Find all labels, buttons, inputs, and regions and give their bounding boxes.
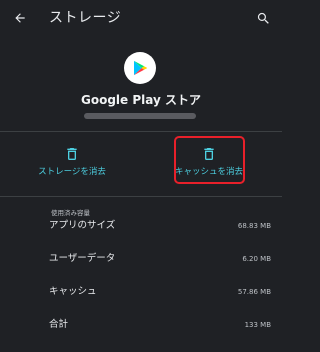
back-button[interactable] [10,8,30,28]
usage-row-app-size: アプリのサイズ 68.83 MB [49,217,271,235]
divider-top [0,131,282,132]
divider-bottom [0,196,282,197]
row-value: 57.86 MB [237,288,271,296]
usage-row-user-data: ユーザーデータ 6.20 MB [49,250,271,268]
row-label: ユーザーデータ [49,253,116,264]
page-title: ストレージ [49,10,122,26]
row-label: アプリのサイズ [49,220,116,231]
row-value: 6.20 MB [242,255,271,263]
app-bar: ストレージ [0,0,282,36]
app-name: Google Play ストア [81,93,201,107]
usage-row-total: 合計 133 MB [49,316,271,334]
row-value: 68.83 MB [237,222,271,230]
row-value: 133 MB [244,321,271,329]
app-icon [124,52,156,84]
clear-storage-button[interactable]: ストレージを消去 [24,144,120,184]
search-icon [257,12,269,24]
trash-icon [67,148,77,160]
storage-screen: ストレージ Google Play ストア ストレージを消去 キャッシュを消去 [0,0,282,352]
google-play-icon [134,60,148,76]
clear-storage-label: ストレージを消去 [38,167,106,177]
row-label: キャッシュ [49,286,97,297]
arrow-back-icon [15,13,25,23]
row-label: 合計 [49,319,69,330]
search-button[interactable] [253,8,273,28]
usage-row-cache: キャッシュ 57.86 MB [49,283,271,301]
app-version-redacted [84,113,196,119]
highlight-annotation [174,136,245,184]
